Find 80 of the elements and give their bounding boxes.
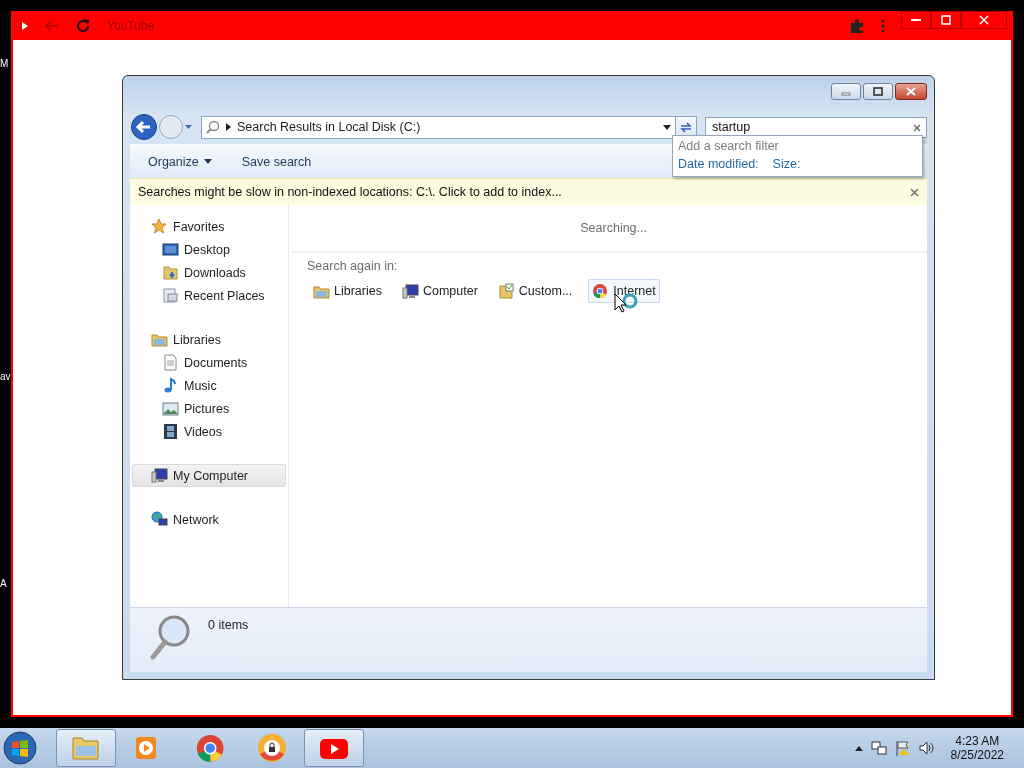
dropdown-caret-icon <box>203 159 212 164</box>
show-hidden-icons-icon[interactable] <box>854 745 863 751</box>
maximize-button[interactable] <box>863 83 893 100</box>
close-icon <box>905 87 917 96</box>
nav-item[interactable]: Libraries <box>132 328 286 351</box>
music-note-icon <box>162 377 179 394</box>
clear-icon[interactable] <box>913 123 921 132</box>
computer-icon <box>401 282 419 300</box>
search-again-label: Search again in: <box>306 258 399 275</box>
recent-places-icon <box>162 287 179 304</box>
taskbar-app-button[interactable] <box>304 729 364 767</box>
info-message: Searches might be slow in non-indexed locations: C:\. Click to add to index... <box>138 185 562 199</box>
dropdown-caret-icon[interactable] <box>663 124 671 130</box>
nav-item[interactable]: Videos <box>132 420 286 443</box>
back-button-icon[interactable] <box>130 113 158 141</box>
puzzle-icon[interactable] <box>849 17 865 34</box>
clock-time[interactable]: 4:23 AM <box>955 734 1000 748</box>
favicon-icon <box>21 20 29 31</box>
nav-item[interactable]: Favorites <box>132 215 286 238</box>
nav-item[interactable]: Network <box>132 508 286 531</box>
maximize-button[interactable] <box>931 11 961 29</box>
nav-item[interactable]: My Computer <box>132 464 286 487</box>
chevron-icon <box>226 123 231 131</box>
chrome-logo-icon <box>592 282 610 300</box>
maximize-icon <box>941 15 951 25</box>
close-icon <box>979 15 989 25</box>
film-icon <box>162 423 179 440</box>
tab-title: YouTube <box>107 18 156 33</box>
toolbar-button[interactable]: Save search <box>231 150 322 173</box>
location-button[interactable]: Computer <box>397 279 482 303</box>
search-field[interactable]: startup <box>705 116 927 138</box>
desktop-icon-label: M <box>0 58 9 69</box>
reload-icon[interactable] <box>75 17 91 34</box>
library-folder-icon <box>151 331 168 348</box>
network-globe-icon <box>151 511 168 528</box>
clock-date[interactable]: 8/25/2022 <box>950 748 1004 762</box>
close-button[interactable] <box>895 83 927 100</box>
flag-icon[interactable] <box>894 740 911 756</box>
menu-button[interactable]: Organize <box>138 150 222 173</box>
nav-item[interactable]: Documents <box>132 351 286 374</box>
star-icon <box>151 218 168 235</box>
info-bar[interactable]: Searches might be slow in non-indexed locations: C:\. Click to add to index... <box>130 178 927 205</box>
item-count: 0 items <box>208 618 249 632</box>
popup-heading: Add a search filter <box>678 139 780 153</box>
start-button-icon[interactable] <box>3 731 37 765</box>
filter-link[interactable]: Size: <box>772 157 801 171</box>
location-button[interactable]: Libraries <box>309 279 386 303</box>
speaker-icon[interactable] <box>918 740 935 756</box>
lock-browser-icon <box>256 732 288 764</box>
refresh-arrows-icon <box>679 121 693 133</box>
nav-item[interactable]: Downloads <box>132 261 286 284</box>
filter-link[interactable]: Date modified: <box>678 157 759 171</box>
location-button[interactable]: Custom... <box>493 279 577 303</box>
desktop-icon-label: av <box>0 371 11 382</box>
address-text: Search Results in Local Disk (C:) <box>237 120 422 134</box>
search-status: Searching... <box>580 221 647 235</box>
nav-item[interactable]: Pictures <box>132 397 286 420</box>
chrome-logo-icon <box>195 733 225 763</box>
network-icon[interactable] <box>870 740 887 756</box>
minimize-button[interactable] <box>901 11 931 29</box>
minimize-button[interactable] <box>831 83 861 100</box>
folder-check-icon <box>497 282 515 300</box>
folder-icon <box>162 264 179 281</box>
desktop-icon-label: A <box>0 578 7 589</box>
minimize-icon <box>911 19 921 21</box>
maximize-icon <box>872 87 884 96</box>
computer-icon <box>151 467 168 484</box>
close-icon[interactable] <box>910 187 919 197</box>
nav-item[interactable]: Music <box>132 374 286 397</box>
document-icon <box>162 354 179 371</box>
monitor-icon <box>162 241 179 258</box>
taskbar-app-button[interactable] <box>56 729 116 767</box>
nav-item[interactable]: Recent Places <box>132 284 286 307</box>
nav-item[interactable]: Desktop <box>132 238 286 261</box>
picture-icon <box>162 400 179 417</box>
magnifier-icon <box>150 614 192 660</box>
kebab-menu-icon[interactable] <box>881 18 885 33</box>
location-button[interactable]: Internet <box>588 279 660 303</box>
search-icon <box>206 120 220 134</box>
address-bar[interactable]: Search Results in Local Disk (C:) <box>201 115 676 139</box>
